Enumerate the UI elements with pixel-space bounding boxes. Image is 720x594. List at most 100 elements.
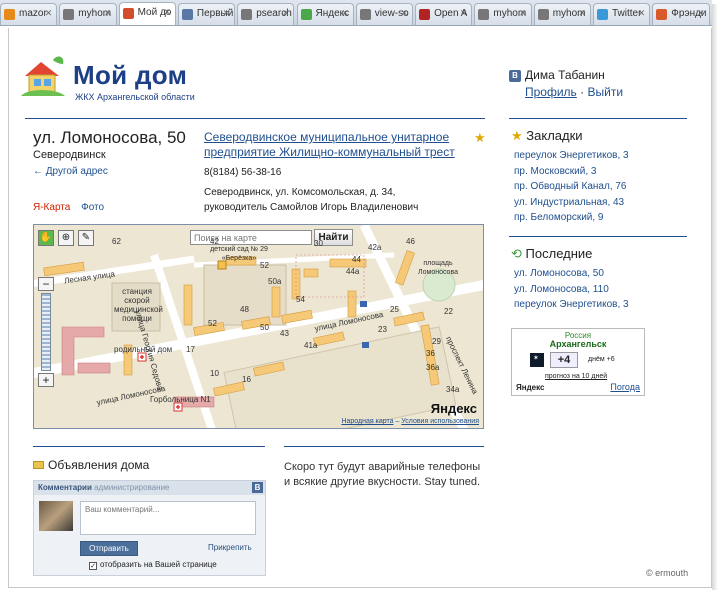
browser-tab[interactable]: Яндекс ✕ xyxy=(296,3,354,25)
site-title[interactable]: Мой дом xyxy=(73,60,187,91)
weather-city: Архангельск xyxy=(549,339,607,349)
tab-favicon-icon xyxy=(419,9,431,20)
yandex-map[interactable]: ✋ ⊕ ✎ Найти − + Лесная улица станция ско… xyxy=(33,224,484,429)
profile-link[interactable]: Профиль xyxy=(525,85,577,99)
close-tab-icon[interactable]: ✕ xyxy=(223,8,231,19)
weather-forecast-link[interactable]: прогноз на 10 дней xyxy=(545,373,607,380)
recent-item[interactable]: переулок Энергетиков, 3 xyxy=(514,297,629,313)
web-page: Мой дом ЖКХ Архангельской области В Дима … xyxy=(8,28,712,588)
close-tab-icon[interactable]: ✕ xyxy=(697,8,705,19)
announcements-heading: Объявления дома xyxy=(33,458,149,472)
map-number: 62 xyxy=(112,237,121,246)
bookmarks-title: Закладки xyxy=(526,128,583,143)
comment-input[interactable]: Ваш комментарий... xyxy=(80,501,256,535)
bookmark-item[interactable]: пр. Беломорский, 9 xyxy=(514,210,629,226)
hand-drag-icon[interactable]: ✋ xyxy=(38,230,54,246)
map-search-input[interactable] xyxy=(190,230,312,245)
map-number: 23 xyxy=(378,325,387,334)
weather-brand-text: Яндекс xyxy=(516,383,545,392)
close-tab-icon[interactable]: ✕ xyxy=(282,8,290,19)
browser-tab[interactable]: psearch ✕ xyxy=(237,3,295,25)
browser-tab[interactable]: Twitter ✕ xyxy=(593,3,651,25)
map-number: 52 xyxy=(260,261,269,270)
browser-tab[interactable]: mazor ✕ xyxy=(0,3,58,25)
map-number: 22 xyxy=(444,307,453,316)
close-tab-icon[interactable]: ✕ xyxy=(460,8,468,19)
map-number: 17 xyxy=(186,345,195,354)
close-tab-icon[interactable]: ✕ xyxy=(401,8,409,19)
browser-tab[interactable]: view-so ✕ xyxy=(355,3,414,25)
close-tab-icon[interactable]: ✕ xyxy=(104,8,112,19)
close-tab-icon[interactable]: ✕ xyxy=(163,7,171,18)
close-tab-icon[interactable]: ✕ xyxy=(578,8,586,19)
zoom-control[interactable]: − + xyxy=(38,277,54,387)
tab-favicon-icon xyxy=(656,9,668,20)
magnifier-tool-icon[interactable]: ⊕ xyxy=(58,230,74,246)
avatar xyxy=(39,501,73,531)
browser-tab[interactable]: myhom ✕ xyxy=(533,3,591,25)
bookmark-star-icon[interactable]: ★ xyxy=(474,130,486,146)
browser-tab[interactable]: Первый ✕ xyxy=(177,3,236,25)
logout-link[interactable]: Выйти xyxy=(588,85,624,99)
org-phone: 8(8184) 56-38-16 xyxy=(204,167,282,178)
user-box: В Дима Табанин Профиль · Выйти xyxy=(509,68,623,99)
tab-yandex-map[interactable]: Я-Карта xyxy=(33,202,70,213)
site-subtitle: ЖКХ Архангельской области xyxy=(75,92,195,102)
send-button[interactable]: Отправить xyxy=(80,541,138,556)
user-name: Дима Табанин xyxy=(525,68,605,82)
browser-tab[interactable]: myhom ✕ xyxy=(474,3,532,25)
ruler-tool-icon[interactable]: ✎ xyxy=(78,230,94,246)
close-tab-icon[interactable]: ✕ xyxy=(341,8,349,19)
org-street: Северодвинск, ул. Комсомольская, д. 34, xyxy=(204,187,396,198)
tab-admin[interactable]: администрирование xyxy=(94,483,169,492)
tab-comments[interactable]: Комментарии xyxy=(38,483,92,492)
other-address-link[interactable]: ← Другой адрес xyxy=(33,166,108,177)
bookmark-item[interactable]: пр. Московский, 3 xyxy=(514,164,629,180)
map-number: 29 xyxy=(432,337,441,346)
recent-item[interactable]: ул. Ломоносова, 50 xyxy=(514,266,629,282)
map-number: 48 xyxy=(240,305,249,314)
close-tab-icon[interactable]: ✕ xyxy=(45,8,53,19)
tab-favicon-icon xyxy=(181,9,193,20)
sidebar-divider xyxy=(509,118,687,119)
zoom-in-button[interactable]: + xyxy=(38,373,54,387)
map-number: 36а xyxy=(426,363,440,372)
close-tab-icon[interactable]: ✕ xyxy=(638,8,646,19)
weather-temperature: +4 xyxy=(550,352,578,368)
announce-divider xyxy=(33,446,265,447)
recent-item[interactable]: ул. Ломоносова, 110 xyxy=(514,282,629,298)
folder-icon xyxy=(33,461,44,469)
tab-favicon-icon xyxy=(4,9,15,20)
map-number: 30 xyxy=(314,239,323,248)
zoom-slider[interactable] xyxy=(41,293,51,371)
people-map-link[interactable]: Народная карта xyxy=(341,418,393,425)
org-link[interactable]: Северодвинское муниципальное унитарное п… xyxy=(204,130,455,159)
tab-photo[interactable]: Фото xyxy=(81,202,104,213)
coming-soon-text: Скоро тут будут аварийные телефоны и вся… xyxy=(284,461,481,488)
browser-tab[interactable]: Мой до ✕ xyxy=(118,2,176,25)
weather-widget[interactable]: Россия Архангельск +4 днём +6 прогноз на… xyxy=(511,328,645,396)
browser-tab[interactable]: myhom ✕ xyxy=(59,3,117,25)
browser-tab[interactable]: Open A ✕ xyxy=(415,3,473,25)
weather-link[interactable]: Погода xyxy=(610,382,640,392)
post-to-wall-checkbox[interactable]: ✓ отобразить на Вашей странице xyxy=(89,560,217,570)
browser-tab[interactable]: Фрэнди ✕ xyxy=(652,3,710,25)
map-number: 10 xyxy=(210,369,219,378)
terms-link[interactable]: Условия использования xyxy=(401,418,479,425)
bookmark-item[interactable]: ул. Индустриальная, 43 xyxy=(514,195,629,211)
recent-title: Последние xyxy=(525,246,593,261)
map-number: 43 xyxy=(280,329,289,338)
attach-link[interactable]: Прикрепить xyxy=(208,543,252,552)
close-tab-icon[interactable]: ✕ xyxy=(519,8,527,19)
window-edge xyxy=(712,4,718,590)
map-number: 46 xyxy=(406,237,415,246)
bookmark-item[interactable]: переулок Энергетиков, 3 xyxy=(514,148,629,164)
map-label-square: площадь Ломоносова xyxy=(418,260,458,276)
map-number: 44 xyxy=(352,255,361,264)
house-logo-icon[interactable] xyxy=(17,54,69,100)
zoom-out-button[interactable]: − xyxy=(38,277,54,291)
org-name: Северодвинское муниципальное унитарное п… xyxy=(204,130,469,160)
checkmark-icon[interactable]: ✓ xyxy=(89,562,97,570)
bookmark-item[interactable]: пр. Обводный Канал, 76 xyxy=(514,179,629,195)
map-number: 34а xyxy=(446,385,460,394)
